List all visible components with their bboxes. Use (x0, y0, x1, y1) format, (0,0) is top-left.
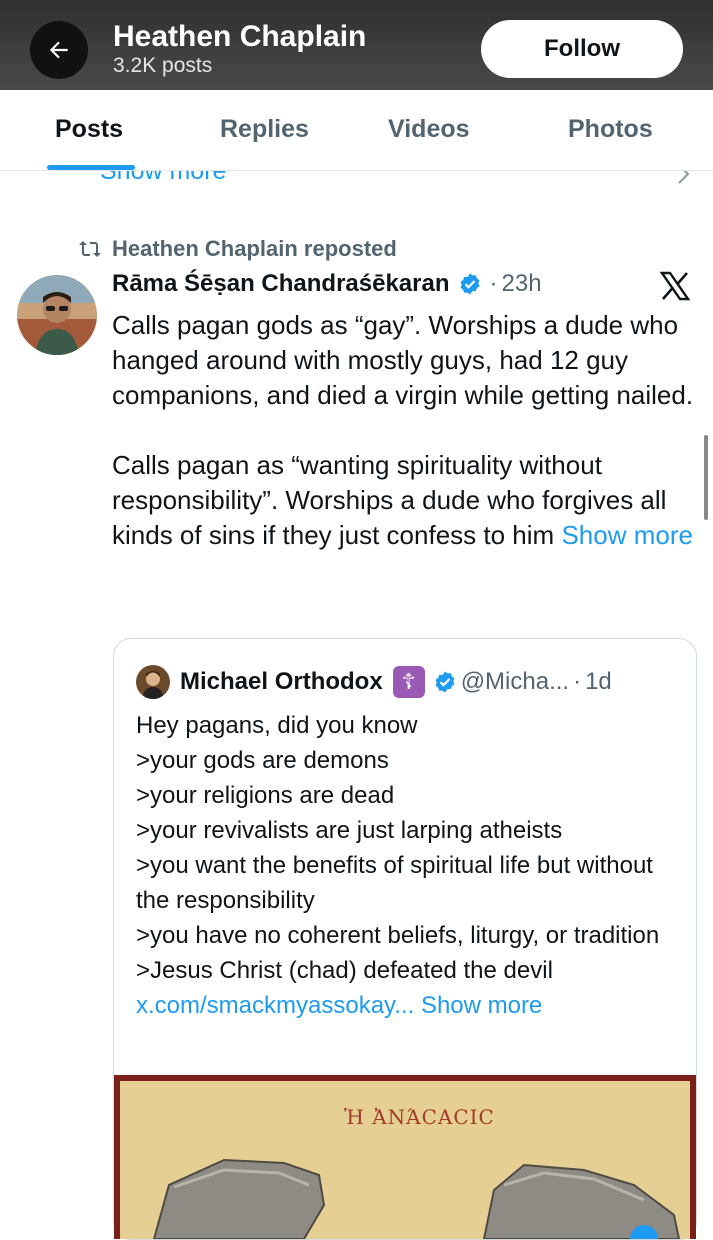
quoted-author-name: Michael Orthodox (180, 668, 383, 695)
back-arrow-icon (49, 41, 68, 59)
quoted-author-avatar (136, 665, 170, 699)
author-avatar[interactable] (17, 275, 97, 355)
verified-badge-icon (433, 670, 457, 694)
active-tab-indicator (47, 165, 135, 170)
quote-line: Hey pagans, did you know (136, 712, 418, 739)
post-author-row: Rāma Śēṣan Chandraśēkaran · 23h (112, 270, 542, 298)
separator-dot: · (573, 668, 582, 695)
repost-label: Heathen Chaplain reposted (112, 236, 397, 261)
quoted-author-handle: @Micha... (460, 668, 570, 695)
verified-badge-icon (458, 272, 482, 296)
previous-post-remnant: Show more (0, 171, 713, 185)
post-body: Calls pagan gods as “gay”. Worships a du… (112, 308, 702, 553)
quote-line: >your revivalists are just larping athei… (136, 817, 563, 844)
post-paragraph-1: Calls pagan gods as “gay”. Worships a du… (112, 310, 694, 410)
post-count: 3.2K posts (113, 54, 213, 77)
quoted-post-time: 1d (585, 668, 612, 695)
profile-header: Heathen Chaplain 3.2K posts Follow (0, 0, 713, 90)
post-time[interactable]: 23h (502, 270, 542, 298)
icon-caption: Ἡ ἈΝΆϹΑϹΙϹ (344, 1105, 495, 1129)
quoted-post[interactable]: Michael Orthodox ☦ @Micha... · 1d Hey pa… (113, 638, 697, 1240)
x-logo-icon[interactable] (660, 271, 690, 301)
quote-line: >your religions are dead (136, 782, 395, 809)
previous-show-more-link[interactable]: Show more (100, 171, 226, 185)
tab-posts[interactable]: Posts (55, 115, 123, 144)
quote-link-line: x.com/smackmyassokay... Show more (136, 988, 681, 1023)
tab-photos[interactable]: Photos (568, 115, 653, 144)
quote-line: >your gods are demons (136, 747, 389, 774)
profile-tabs: Posts Replies Videos Photos (0, 90, 713, 171)
chevron-right-icon[interactable] (675, 171, 693, 185)
quoted-show-more-link[interactable]: Show more (421, 992, 542, 1019)
profile-name: Heathen Chaplain (113, 20, 367, 53)
quote-line: >Jesus Christ (chad) defeated the devil (136, 957, 553, 984)
quoted-url-link[interactable]: x.com/smackmyassokay... (136, 992, 414, 1019)
quoted-post-image[interactable]: Ἡ ἈΝΆϹΑϹΙϹ (114, 1075, 696, 1239)
show-more-link[interactable]: Show more (561, 520, 693, 550)
back-button[interactable] (30, 21, 88, 79)
repost-icon (79, 241, 101, 257)
follow-button[interactable]: Follow (481, 20, 683, 78)
scrollbar[interactable] (704, 435, 708, 520)
author-name[interactable]: Rāma Śēṣan Chandraśēkaran (112, 270, 450, 298)
separator-dot: · (489, 270, 498, 297)
quoted-post-header: Michael Orthodox ☦ @Micha... · 1d (136, 665, 612, 699)
orthodox-cross-icon: ☦ (392, 666, 425, 698)
quoted-post-body: Hey pagans, did you know >your gods are … (136, 708, 681, 1023)
repost-indicator: Heathen Chaplain reposted (78, 236, 397, 262)
tab-replies[interactable]: Replies (220, 115, 309, 144)
quote-line: >you want the benefits of spiritual life… (136, 852, 653, 914)
tab-videos[interactable]: Videos (388, 115, 470, 144)
quote-line: >you have no coherent beliefs, liturgy, … (136, 922, 660, 949)
post-paragraph-2: Calls pagan as “wanting spirituality wit… (112, 450, 693, 550)
